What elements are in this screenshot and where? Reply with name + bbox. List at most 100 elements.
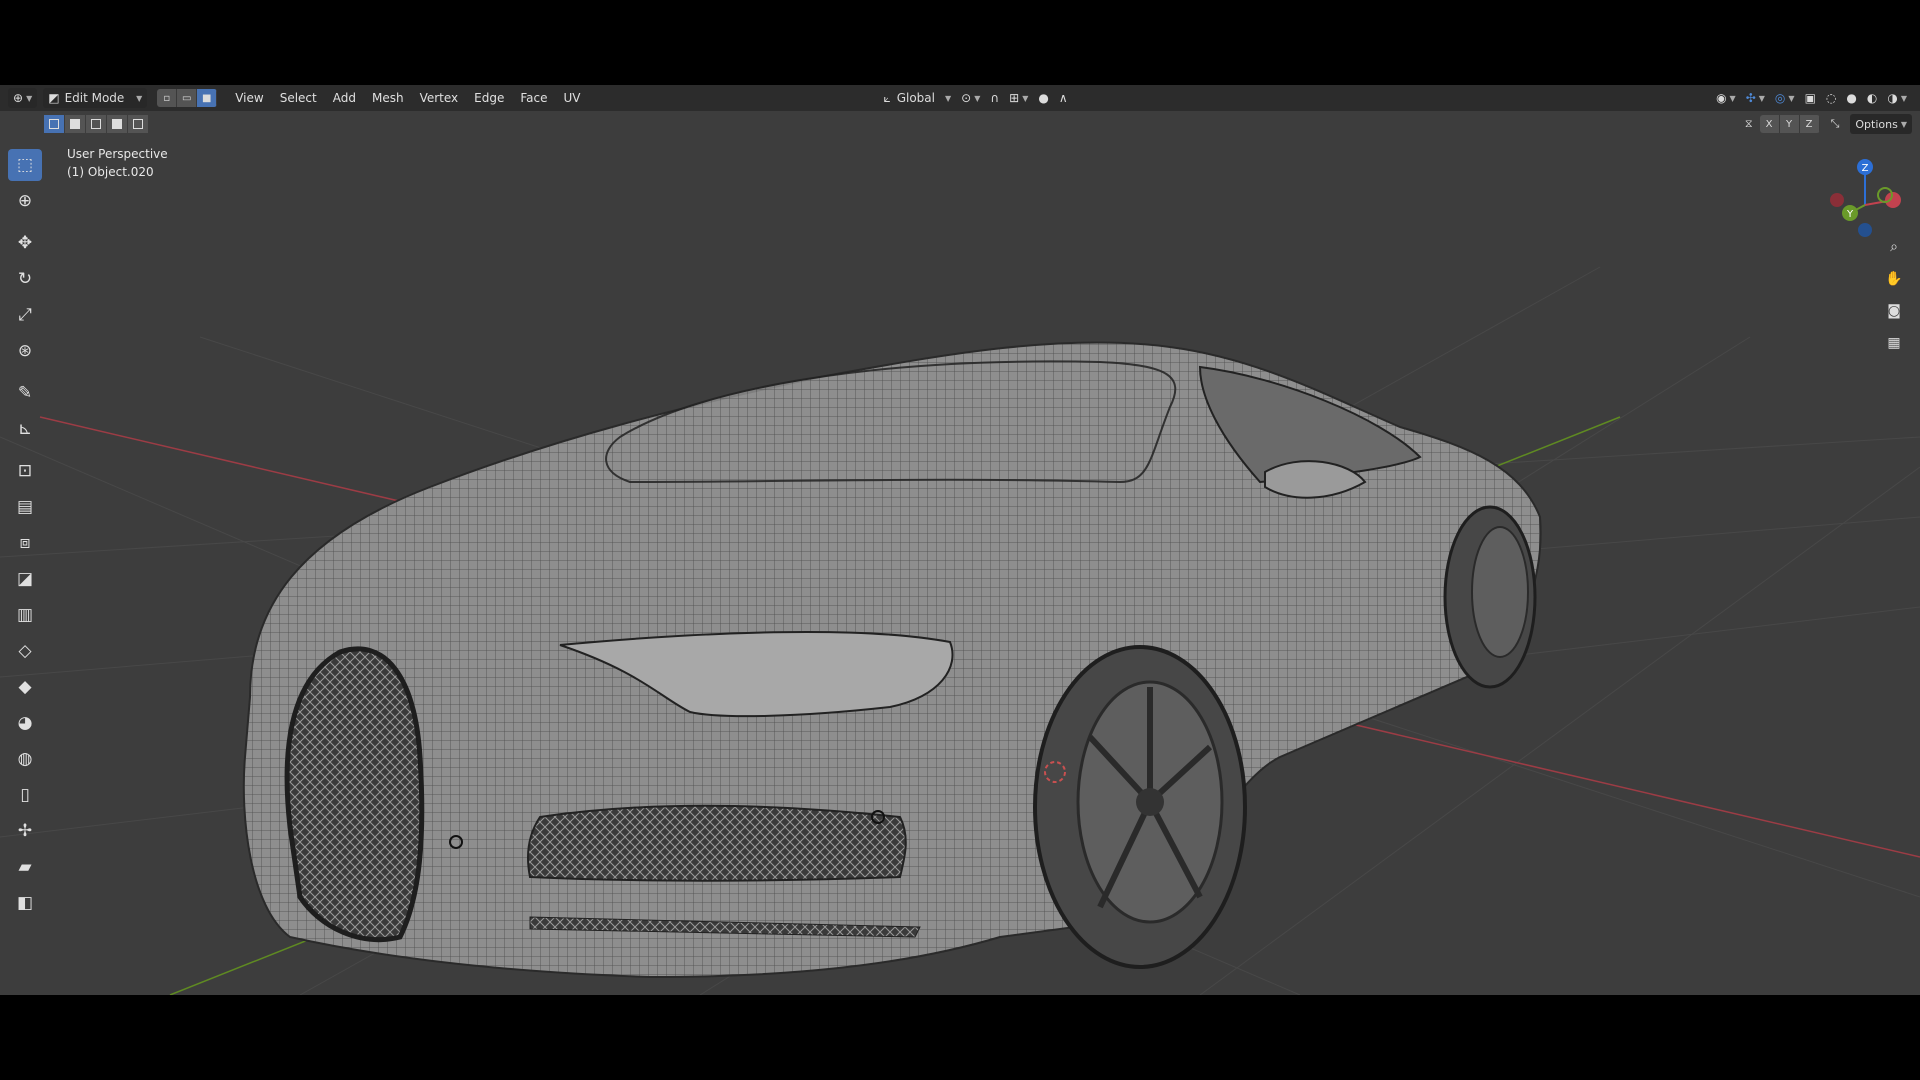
xray-icon: ▣ — [1804, 91, 1816, 105]
transform-orientation-dropdown[interactable]: ⟀ Global ▼ — [878, 88, 956, 108]
active-object-name: (1) Object.020 — [67, 165, 154, 179]
chevron-down-icon: ▼ — [1788, 93, 1795, 103]
chevron-down-icon: ▼ — [26, 93, 33, 103]
edit-mode-icon: ◩ — [48, 91, 60, 105]
scale-icon[interactable]: ⤢ — [8, 299, 42, 331]
mirror-y-toggle[interactable]: Y — [1780, 115, 1800, 133]
extrude-icon[interactable]: ▤ — [8, 491, 42, 523]
select-extend-icon[interactable] — [65, 115, 85, 133]
bevel-icon[interactable]: ◪ — [8, 563, 42, 595]
menu-select[interactable]: Select — [272, 91, 325, 105]
move-icon[interactable]: ✥ — [8, 227, 42, 259]
poly-build-icon[interactable]: ◆ — [8, 671, 42, 703]
eye-icon: ◉ — [1716, 91, 1727, 105]
rip-icon[interactable]: ◧ — [8, 887, 42, 919]
chevron-down-icon: ▼ — [1900, 93, 1907, 103]
menu-mesh[interactable]: Mesh — [364, 91, 412, 105]
orientation-icon: ⟀ — [883, 90, 891, 105]
face-select-icon[interactable]: ■ — [197, 89, 218, 107]
overlays-toggle[interactable]: ◎ ▼ — [1770, 88, 1800, 108]
select-intersect-icon[interactable] — [128, 115, 148, 133]
knife-icon[interactable]: ◇ — [8, 635, 42, 667]
transform-icon[interactable]: ⊛ — [8, 335, 42, 367]
vertex-select-icon[interactable]: ▫ — [157, 89, 178, 107]
mirror-options-icon[interactable]: ⧖ — [1740, 114, 1758, 134]
visibility-button[interactable]: ◉ ▼ — [1711, 88, 1741, 108]
shading-wireframe[interactable]: ◌ — [1821, 88, 1841, 108]
tool-settings-row: ⧖ X Y Z ⤡ Options ▼ — [0, 111, 1920, 137]
zoom-icon[interactable]: ⌕ — [1880, 235, 1908, 259]
falloff-button[interactable]: ∧ — [1054, 88, 1073, 108]
hand-icon[interactable]: ✋ — [1880, 267, 1908, 291]
auto-merge-icon[interactable]: ⤡ — [1826, 114, 1845, 134]
material-shading-icon: ◐ — [1866, 91, 1878, 105]
proportional-edit-toggle[interactable]: ● — [1033, 88, 1053, 108]
gizmo-x-axis — [1885, 192, 1901, 208]
menu-view[interactable]: View — [227, 91, 271, 105]
cursor-icon[interactable]: ⊕ — [8, 185, 42, 217]
spin-icon[interactable]: ◕ — [8, 707, 42, 739]
svg-text:Z: Z — [1862, 163, 1869, 174]
orientation-label: Global — [896, 91, 935, 105]
snap-toggle[interactable]: ∩ — [985, 88, 1004, 108]
loop-cut-icon[interactable]: ▥ — [8, 599, 42, 631]
grid-icon[interactable]: ▦ — [1880, 331, 1908, 355]
chevron-down-icon: ▼ — [1758, 93, 1765, 103]
solid-shading-icon: ● — [1846, 91, 1857, 105]
menu-add[interactable]: Add — [325, 91, 364, 105]
xray-toggle[interactable]: ▣ — [1800, 88, 1821, 108]
select-subtract-icon[interactable] — [86, 115, 106, 133]
snap-target-button[interactable]: ⊞ ▼ — [1004, 88, 1033, 108]
magnet-icon: ∩ — [990, 91, 1000, 105]
menu-vertex[interactable]: Vertex — [412, 91, 467, 105]
mirror-z-toggle[interactable]: Z — [1800, 115, 1820, 133]
header-menus: View Select Add Mesh Vertex Edge Face UV — [227, 91, 588, 105]
blender-window: ⊕ ▼ ◩ Edit Mode ▼ ▫ ▭ ■ View Select Add M… — [0, 85, 1920, 995]
pivot-point-button[interactable]: ⊙ ▼ — [956, 88, 985, 108]
select-mode-toggle: ▫ ▭ ■ — [157, 89, 218, 107]
menu-edge[interactable]: Edge — [466, 91, 512, 105]
smooth-icon[interactable]: ◍ — [8, 743, 42, 775]
chevron-down-icon: ▼ — [974, 93, 981, 103]
svg-text:Y: Y — [1846, 209, 1854, 220]
3d-viewport[interactable] — [0, 137, 1920, 995]
select-new-icon[interactable] — [44, 115, 64, 133]
rendered-shading-icon: ◑ — [1887, 91, 1898, 105]
mode-label: Edit Mode — [64, 91, 125, 105]
inset-icon[interactable]: ⧈ — [8, 527, 42, 559]
options-label: Options — [1855, 117, 1898, 131]
add-cube-icon[interactable]: ⊡ — [8, 455, 42, 487]
camera-icon[interactable]: ◙ — [1880, 299, 1908, 323]
navigation-gizmo[interactable]: Z Y — [1815, 145, 1915, 245]
annotate-icon[interactable]: ✎ — [8, 377, 42, 409]
mode-dropdown[interactable]: ◩ Edit Mode ▼ — [43, 88, 148, 108]
shading-solid[interactable]: ● — [1841, 88, 1861, 108]
menu-uv[interactable]: UV — [555, 91, 588, 105]
viewport-info: User Perspective (1) Object.020 — [67, 145, 168, 181]
rotate-icon[interactable]: ↻ — [8, 263, 42, 295]
proportional-icon: ● — [1038, 91, 1049, 105]
wireframe-shading-icon: ◌ — [1825, 91, 1837, 105]
chevron-down-icon: ▼ — [1022, 93, 1029, 103]
shading-material[interactable]: ◐ — [1862, 88, 1882, 108]
select-box-icon[interactable]: ⬚ — [8, 149, 42, 181]
chevron-down-icon: ▼ — [1900, 119, 1907, 129]
shrink-fatten-icon[interactable]: ✢ — [8, 815, 42, 847]
edge-slide-icon[interactable]: ▯ — [8, 779, 42, 811]
chevron-down-icon: ▼ — [1729, 93, 1736, 103]
gizmo-toggle[interactable]: ✣ ▼ — [1741, 88, 1770, 108]
toolbar: ⬚ ⊕ ✥ ↻ ⤢ ⊛ ✎ ⊾ ⊡ ▤ ⧈ ◪ ▥ ◇ ◆ ◕ ◍ ▯ ✢ ▰ … — [8, 147, 48, 921]
pivot-icon: ⊙ — [961, 91, 972, 105]
3d-viewport-icon: ⊕ — [13, 91, 24, 105]
mirror-x-toggle[interactable]: X — [1760, 115, 1780, 133]
measure-icon[interactable]: ⊾ — [8, 413, 42, 445]
menu-face[interactable]: Face — [512, 91, 555, 105]
chevron-down-icon: ▼ — [944, 93, 952, 103]
shading-rendered[interactable]: ◑ ▼ — [1882, 88, 1912, 108]
chevron-down-icon: ▼ — [136, 93, 143, 103]
edge-select-icon[interactable]: ▭ — [177, 89, 198, 107]
editor-type-button[interactable]: ⊕ ▼ — [8, 88, 38, 108]
select-invert-icon[interactable] — [107, 115, 127, 133]
shear-icon[interactable]: ▰ — [8, 851, 42, 883]
options-dropdown[interactable]: Options ▼ — [1850, 114, 1912, 134]
